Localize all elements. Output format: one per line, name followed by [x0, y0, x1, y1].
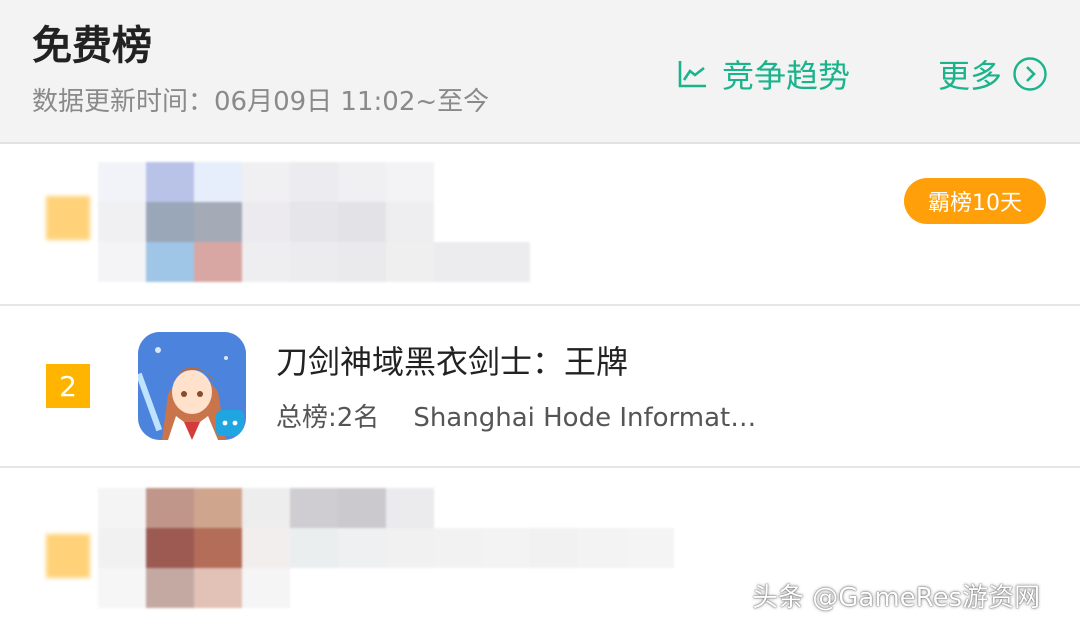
app-meta: 总榜:2名 Shanghai Hode Informati…: [276, 400, 763, 436]
streak-badge: 霸榜10天: [904, 178, 1046, 224]
competition-trend-button[interactable]: 竞争趋势: [676, 54, 850, 98]
watermark: 头条 @GameRes游资网: [752, 583, 1041, 613]
blurred-app-info: [98, 162, 530, 282]
chart-header: 免费榜 数据更新时间：06月09日 11:02~至今 竞争趋势 更多: [0, 0, 1080, 144]
ranking-row-2[interactable]: 2 刀剑神域黑衣剑士：王牌 总榜:2名 Shanghai Hode Inform…: [0, 306, 1080, 468]
ranking-row-1[interactable]: 霸榜10天: [0, 144, 1080, 306]
line-chart-icon: [676, 58, 708, 94]
chevron-right-circle-icon: [1012, 56, 1048, 96]
blurred-app-info: [98, 488, 722, 608]
page-title: 免费榜: [32, 23, 152, 69]
rank-badge: [46, 196, 90, 240]
app-name[interactable]: 刀剑神域黑衣剑士：王牌: [276, 340, 628, 384]
more-label: 更多: [938, 57, 1003, 95]
competition-trend-label: 竞争趋势: [722, 57, 851, 95]
update-time-text: 数据更新时间：06月09日 11:02~至今: [32, 87, 490, 117]
total-rank-text: 总榜:2名: [276, 403, 380, 433]
rank-badge: 2: [46, 364, 90, 408]
rank-badge: [46, 534, 90, 578]
more-button[interactable]: 更多: [938, 54, 1048, 98]
developer-name: Shanghai Hode Informati…: [413, 403, 764, 433]
sword-art-online-app-icon[interactable]: [138, 332, 246, 440]
